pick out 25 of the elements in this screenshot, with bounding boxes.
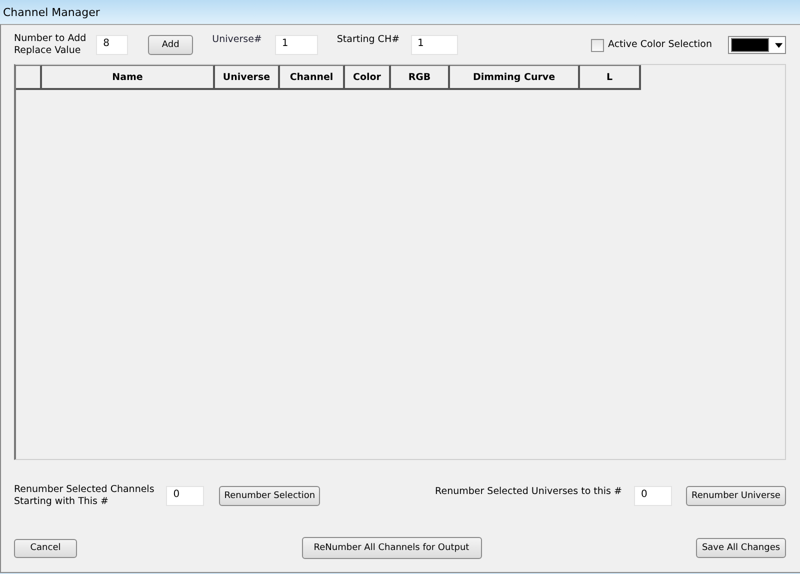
- universe-field[interactable]: 1: [274, 35, 318, 55]
- universe-label: Universe#: [212, 34, 262, 46]
- number-label: Number to Add Replace Value: [14, 33, 86, 57]
- renumber-universes-field[interactable]: 0: [634, 486, 672, 506]
- renumber-channels-field[interactable]: 0: [166, 486, 204, 506]
- renumber-all-button[interactable]: ReNumber All Channels for Output: [302, 537, 482, 559]
- starting-channel-label: Starting CH#: [336, 34, 400, 46]
- renumber-channels-label: Renumber Selected Channels Starting with This #: [14, 484, 154, 508]
- column-header[interactable]: Name: [42, 65, 215, 90]
- column-header[interactable]: Dimming Curve: [450, 65, 580, 90]
- starting-channel-field[interactable]: 1: [410, 35, 458, 55]
- renumber-universes-label: Renumber Selected Universes to this #: [435, 486, 622, 498]
- column-header[interactable]: Universe: [215, 65, 280, 90]
- column-header[interactable]: RGB: [391, 65, 450, 90]
- column-header[interactable]: Channel: [280, 65, 345, 90]
- column-header[interactable]: L: [580, 65, 641, 90]
- add-button[interactable]: Add: [148, 35, 194, 55]
- cancel-button[interactable]: Cancel: [14, 538, 77, 558]
- renumber-universe-button[interactable]: Renumber Universe: [686, 486, 786, 506]
- active-color-label: Active Color Selection: [608, 39, 712, 51]
- number-field[interactable]: 8: [96, 35, 128, 55]
- column-header[interactable]: Color: [345, 65, 391, 90]
- save-button[interactable]: Save All Changes: [696, 538, 786, 558]
- window-title: Channel Manager: [3, 6, 100, 18]
- renumber-selection-button[interactable]: Renumber Selection: [219, 486, 320, 506]
